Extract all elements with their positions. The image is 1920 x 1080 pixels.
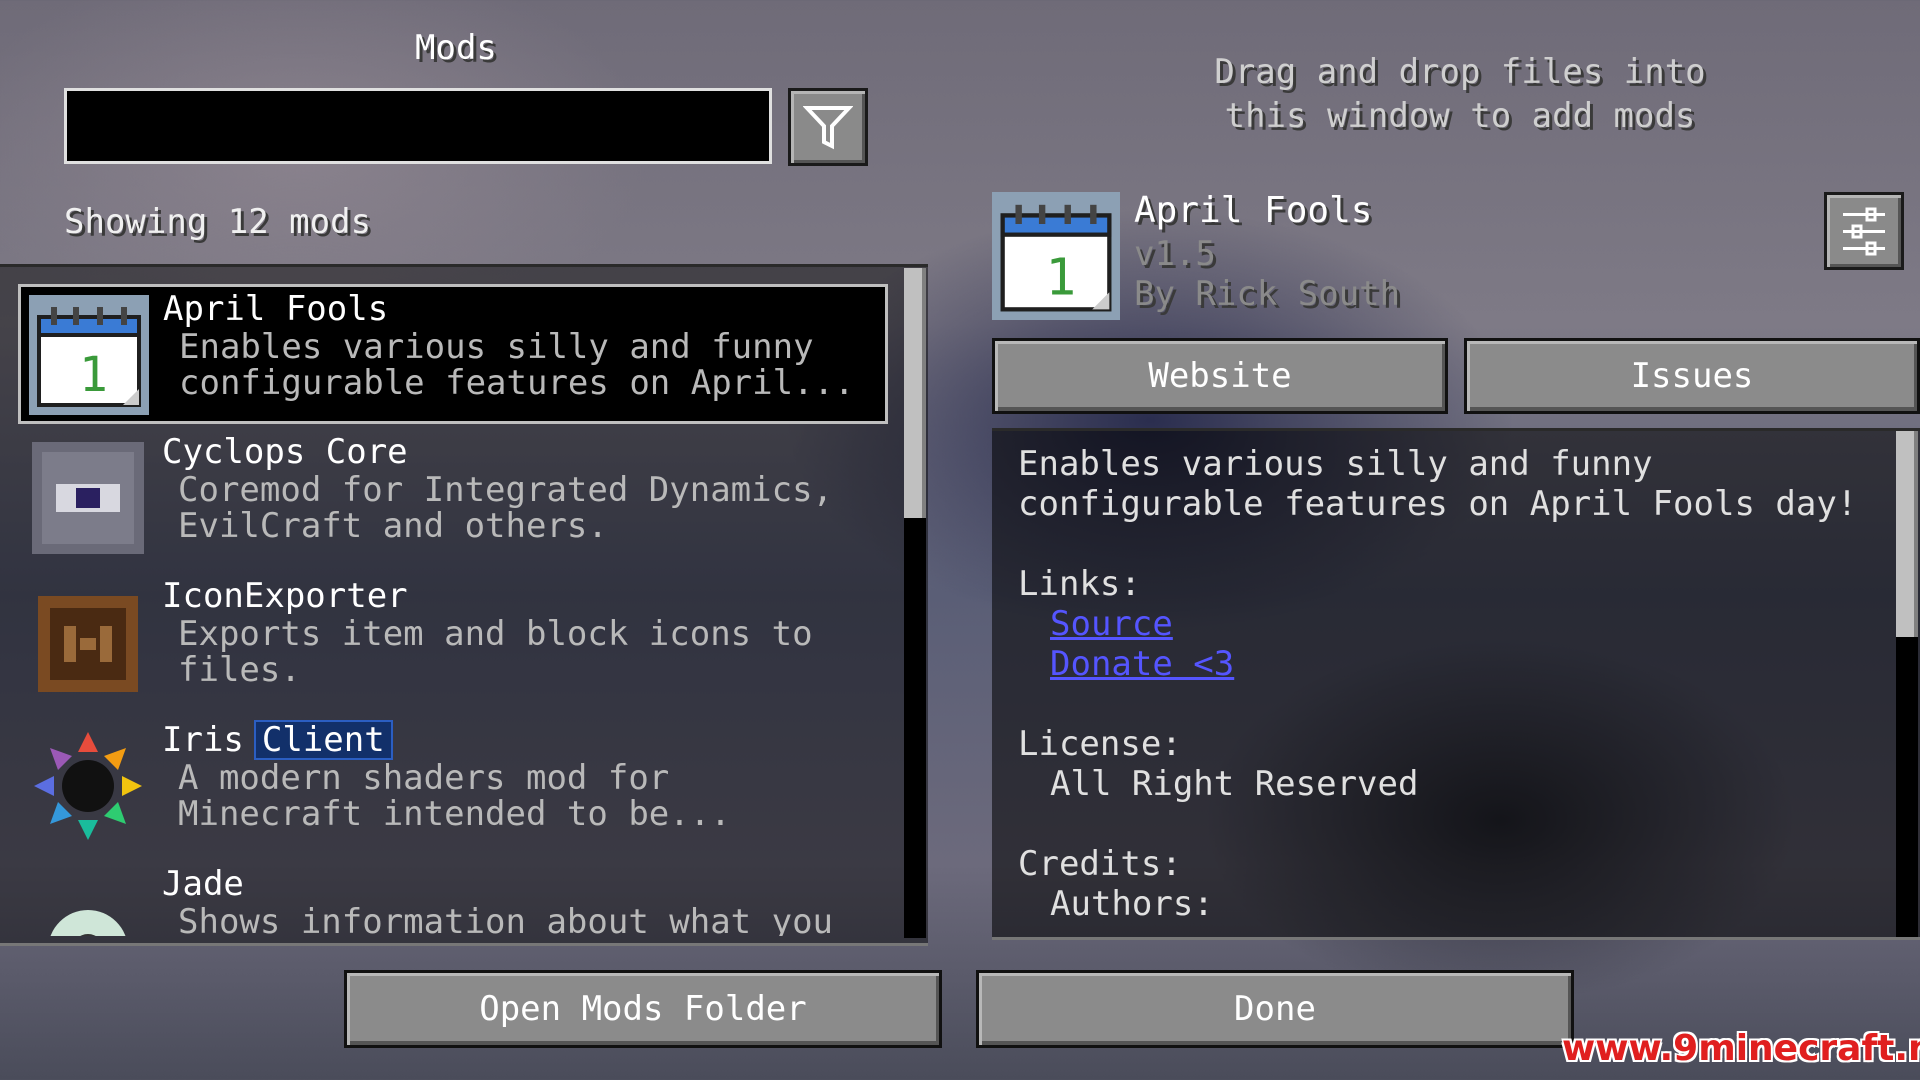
client-badge: Client	[253, 720, 393, 760]
calendar-icon: 1	[992, 192, 1120, 320]
list-item[interactable]: Iris Client A modern shaders mod for Mine…	[20, 718, 886, 854]
website-button[interactable]: Website	[992, 338, 1448, 414]
list-item[interactable]: IconExporter Exports item and block icon…	[20, 574, 886, 710]
mod-name: Cyclops Core	[162, 432, 408, 472]
calendar-icon: 1	[29, 295, 149, 415]
mod-list-scroll-thumb[interactable]	[904, 268, 926, 518]
mods-count-text: Showing 12 mods	[64, 202, 372, 242]
list-item[interactable]: Cyclops Core Coremod for Integrated Dyna…	[20, 430, 886, 566]
iris-flower-icon	[34, 732, 142, 840]
svg-text:1: 1	[79, 347, 108, 403]
mod-description: Shows information about what you	[178, 902, 834, 936]
mod-detail-author: By Rick South	[1134, 274, 1401, 314]
sliders-icon	[1843, 207, 1885, 256]
description-line: configurable features on April Fools day…	[1018, 484, 1858, 524]
done-button[interactable]: Done	[976, 970, 1574, 1048]
source-link[interactable]: Source	[1050, 604, 1173, 644]
svg-text:1: 1	[1045, 247, 1076, 307]
filter-button[interactable]	[788, 88, 868, 166]
config-button[interactable]	[1824, 192, 1904, 270]
issues-button[interactable]: Issues	[1464, 338, 1920, 414]
license-label: License:	[1018, 724, 1182, 764]
authors-label: Authors:	[1050, 884, 1214, 924]
credits-label: Credits:	[1018, 844, 1182, 884]
description-scroll-thumb[interactable]	[1896, 431, 1918, 637]
mod-description: A modern shaders mod for Minecraft inten…	[178, 758, 731, 834]
links-label: Links:	[1018, 564, 1141, 604]
license-value: All Right Reserved	[1050, 764, 1419, 804]
mod-name: April Fools	[163, 289, 389, 329]
mod-description: Enables various silly and funny configur…	[179, 327, 855, 403]
mod-detail-version: v1.5	[1134, 234, 1216, 274]
mod-description: Exports item and block icons to files.	[178, 614, 813, 690]
open-mods-folder-button[interactable]: Open Mods Folder	[344, 970, 942, 1048]
mod-name: Iris Client	[162, 720, 393, 760]
mod-detail-name: April Fools	[1134, 190, 1373, 231]
description-line: Enables various silly and funny	[1018, 444, 1653, 484]
donate-link[interactable]: Donate <3	[1050, 644, 1234, 684]
item-frame-icon	[38, 596, 138, 692]
list-item[interactable]: Jade Shows information about what you	[20, 862, 886, 936]
mod-name: Jade	[162, 864, 244, 904]
page-title: Mods	[415, 28, 497, 68]
cyclops-eye-icon	[32, 442, 144, 554]
mod-name: IconExporter	[162, 576, 408, 616]
mod-description: Coremod for Integrated Dynamics, EvilCra…	[178, 470, 834, 546]
list-item[interactable]: 1 April Fools Enables various silly and …	[18, 284, 888, 424]
watermark: www.9minecraft.net	[1562, 1028, 1920, 1069]
jade-ring-icon	[50, 910, 126, 936]
drop-hint: Drag and drop files into this window to …	[1214, 52, 1706, 136]
search-input[interactable]	[64, 88, 772, 164]
filter-icon	[803, 106, 853, 150]
